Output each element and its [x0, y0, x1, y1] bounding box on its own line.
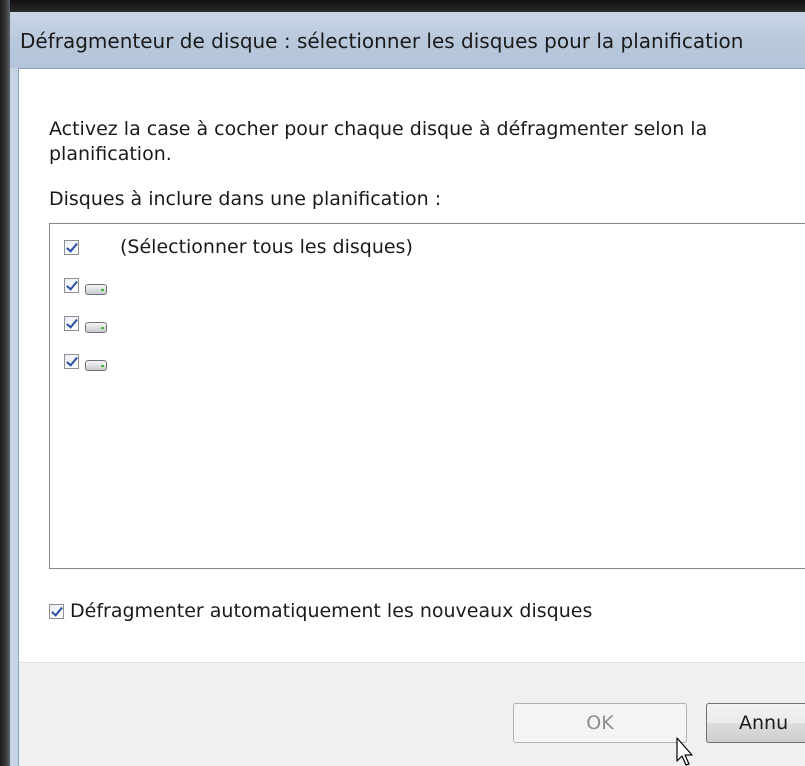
cancel-button[interactable]: Annu	[706, 703, 805, 743]
mouse-pointer-icon	[676, 737, 693, 766]
hard-drive-icon	[85, 283, 107, 295]
hard-drive-icon	[85, 321, 107, 333]
auto-defrag-option[interactable]: Défragmenter automatiquement les nouveau…	[49, 600, 592, 622]
select-all-label: (Sélectionner tous les disques)	[120, 236, 413, 258]
dialog-body: Activez la case à cocher pour chaque dis…	[18, 68, 805, 766]
desktop-background-left	[0, 0, 10, 766]
disk-3-checkbox[interactable]	[64, 353, 79, 369]
window-title: Défragmenteur de disque : sélectionner l…	[20, 29, 744, 53]
hard-drive-icon	[85, 359, 107, 371]
auto-defrag-checkbox[interactable]	[49, 603, 64, 619]
title-bar[interactable]: Défragmenteur de disque : sélectionner l…	[10, 12, 805, 68]
list-item-disk-3[interactable]	[64, 348, 107, 374]
list-item-disk-1[interactable]	[64, 272, 107, 298]
desktop-background-top	[0, 0, 805, 12]
select-all-checkbox[interactable]	[64, 239, 79, 255]
list-item-select-all[interactable]: (Sélectionner tous les disques)	[64, 234, 413, 260]
screen: Défragmenteur de disque : sélectionner l…	[0, 0, 805, 766]
ok-button[interactable]: OK	[513, 703, 687, 743]
disk-1-checkbox[interactable]	[64, 277, 79, 293]
disk-2-checkbox[interactable]	[64, 315, 79, 331]
disk-list-label: Disques à inclure dans une planification…	[49, 188, 442, 210]
dialog-window: Défragmenteur de disque : sélectionner l…	[10, 12, 805, 766]
instruction-text: Activez la case à cocher pour chaque dis…	[49, 118, 708, 165]
list-item-disk-2[interactable]	[64, 310, 107, 336]
disk-list[interactable]: (Sélectionner tous les disques)	[49, 223, 805, 569]
auto-defrag-label: Défragmenter automatiquement les nouveau…	[70, 600, 593, 622]
